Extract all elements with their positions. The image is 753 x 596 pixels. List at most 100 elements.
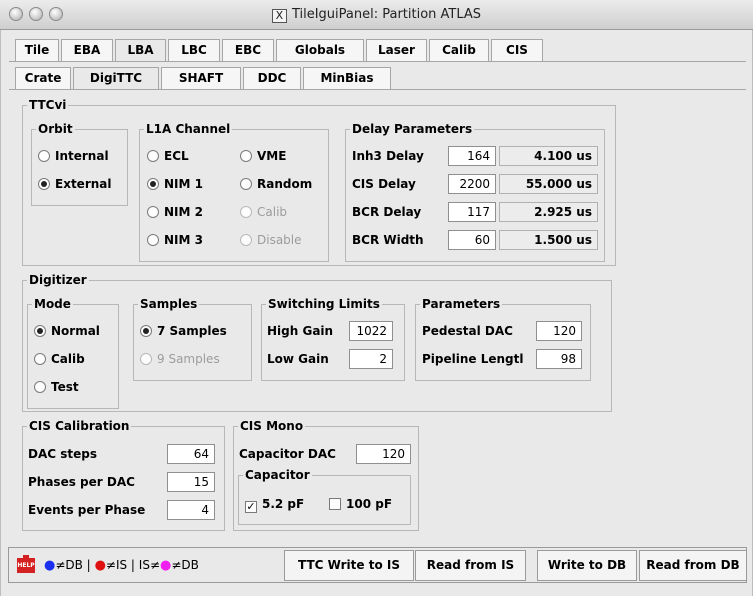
capacitor-100pf-checkbox[interactable]: 100 pF (329, 496, 392, 512)
window-title-container: X TileIguiPanel: Partition ATLAS (0, 7, 753, 23)
cis-delay-input[interactable]: 2200 (448, 174, 496, 194)
capacitor-group: Capacitor ✓ 5.2 pF 100 pF (238, 468, 411, 525)
radio-on-icon (34, 325, 46, 337)
pipeline-length-input[interactable]: 98 (536, 349, 582, 369)
delay-parameters-group: Delay Parameters Inh3 Delay 164 4.100 us… (345, 122, 605, 262)
dac-steps-input[interactable]: 64 (167, 444, 215, 464)
low-gain-input[interactable]: 2 (349, 349, 393, 369)
cis-delay-label: CIS Delay (352, 177, 416, 191)
samples-7-radio[interactable]: 7 Samples (140, 323, 227, 339)
tab-tile[interactable]: Tile (15, 39, 59, 61)
samples-label: Samples (138, 297, 200, 311)
capacitor-5p2pf-checkbox[interactable]: ✓ 5.2 pF (245, 496, 304, 513)
main-panel: Tile EBA LBA LBC EBC Globals Laser Calib… (0, 30, 753, 596)
phases-per-dac-input[interactable]: 15 (167, 472, 215, 492)
l1a-disable-radio: Disable (240, 232, 302, 248)
l1a-channel-label: L1A Channel (144, 122, 233, 136)
high-gain-input[interactable]: 1022 (349, 321, 393, 341)
radio-off-icon (147, 150, 159, 162)
radio-off-icon (34, 353, 46, 365)
mode-label: Mode (32, 297, 73, 311)
radio-off-icon (140, 353, 152, 365)
l1a-calib-radio: Calib (240, 204, 287, 220)
inh3-delay-label: Inh3 Delay (352, 149, 424, 163)
mode-group: Mode Normal Calib Test (27, 297, 119, 409)
digitizer-group: Digitizer Mode Normal Calib Test Samples… (22, 273, 612, 412)
bottom-toolbar: HELP ●≠DB | ●≠IS | IS≠●≠DB TTC Write to … (8, 547, 747, 583)
bcr-width-label: BCR Width (352, 233, 424, 247)
parameters-label: Parameters (420, 297, 503, 311)
cis-delay-time: 55.000 us (499, 174, 598, 194)
mode-normal-radio[interactable]: Normal (34, 323, 100, 339)
ttcvi-group: TTCvi Orbit Internal External L1A Channe… (22, 98, 616, 266)
samples-9-radio: 9 Samples (140, 351, 220, 367)
bcr-delay-label: BCR Delay (352, 205, 422, 219)
dac-steps-label: DAC steps (28, 447, 97, 461)
radio-off-icon (147, 206, 159, 218)
radio-off-icon (240, 150, 252, 162)
l1a-nim1-radio[interactable]: NIM 1 (147, 176, 203, 192)
tab-lba[interactable]: LBA (115, 39, 166, 62)
samples-group: Samples 7 Samples 9 Samples (133, 297, 252, 381)
events-per-phase-input[interactable]: 4 (167, 500, 215, 520)
l1a-nim2-radio[interactable]: NIM 2 (147, 204, 203, 220)
orbit-label: Orbit (36, 122, 75, 136)
tab-shaft[interactable]: SHAFT (161, 67, 241, 89)
tab-lbc[interactable]: LBC (168, 39, 220, 61)
capacitor-dac-input[interactable]: 120 (356, 444, 411, 464)
write-to-db-button[interactable]: Write to DB (537, 550, 637, 581)
tab-globals[interactable]: Globals (276, 39, 364, 61)
bcr-delay-input[interactable]: 117 (448, 202, 496, 222)
tab-eba[interactable]: EBA (61, 39, 113, 61)
help-icon[interactable]: HELP (17, 555, 35, 573)
parameters-group: Parameters Pedestal DAC 120 Pipeline Len… (415, 297, 591, 381)
tab-ebc[interactable]: EBC (222, 39, 274, 61)
bcr-delay-time: 2.925 us (499, 202, 598, 222)
main-tab-bar: Tile EBA LBA LBC EBC Globals Laser Calib… (15, 39, 735, 62)
tab-minbias[interactable]: MinBias (303, 67, 391, 89)
mode-calib-radio[interactable]: Calib (34, 351, 85, 367)
orbit-internal-radio[interactable]: Internal (38, 148, 109, 164)
pedestal-dac-label: Pedestal DAC (422, 324, 513, 338)
cis-calibration-label: CIS Calibration (27, 419, 132, 433)
radio-off-icon (34, 381, 46, 393)
radio-off-icon (38, 150, 50, 162)
ttc-write-to-is-button[interactable]: TTC Write to IS (284, 550, 414, 581)
window-title: TileIguiPanel: Partition ATLAS (291, 7, 482, 22)
tab-cis[interactable]: CIS (491, 39, 543, 61)
tab-digittc[interactable]: DigiTTC (73, 67, 159, 90)
inh3-delay-time: 4.100 us (499, 146, 598, 166)
bcr-width-input[interactable]: 60 (448, 230, 496, 250)
title-bar: X TileIguiPanel: Partition ATLAS (0, 0, 753, 30)
orbit-group: Orbit Internal External (31, 122, 128, 206)
l1a-nim3-radio[interactable]: NIM 3 (147, 232, 203, 248)
capacitor-dac-label: Capacitor DAC (239, 447, 336, 461)
tab-ddc[interactable]: DDC (243, 67, 301, 89)
radio-off-icon (147, 234, 159, 246)
l1a-channel-group: L1A Channel ECL VME NIM 1 Random NIM 2 C… (139, 122, 329, 262)
radio-off-icon (240, 178, 252, 190)
pedestal-dac-input[interactable]: 120 (536, 321, 582, 341)
tab-crate[interactable]: Crate (15, 67, 71, 89)
legend-db2-text: ≠DB (171, 558, 199, 572)
cis-mono-label: CIS Mono (238, 419, 306, 433)
blue-dot-icon: ● (44, 558, 56, 573)
bcr-width-time: 1.500 us (499, 230, 598, 250)
legend-db-text: ≠DB | (55, 558, 91, 572)
l1a-random-radio[interactable]: Random (240, 176, 312, 192)
orbit-external-radio[interactable]: External (38, 176, 111, 192)
inh3-delay-input[interactable]: 164 (448, 146, 496, 166)
tab-laser[interactable]: Laser (366, 39, 427, 61)
checkbox-empty-icon (329, 498, 341, 510)
mode-test-radio[interactable]: Test (34, 379, 79, 395)
switching-limits-group: Switching Limits High Gain 1022 Low Gain… (261, 297, 405, 381)
delay-parameters-label: Delay Parameters (350, 122, 475, 136)
legend-is-text: ≠IS | IS≠ (105, 558, 160, 572)
tab-calib[interactable]: Calib (429, 39, 489, 61)
read-from-db-button[interactable]: Read from DB (639, 550, 747, 581)
capacitor-label: Capacitor (243, 468, 312, 482)
l1a-vme-radio[interactable]: VME (240, 148, 286, 164)
radio-off-icon (240, 206, 252, 218)
l1a-ecl-radio[interactable]: ECL (147, 148, 189, 164)
read-from-is-button[interactable]: Read from IS (415, 550, 526, 581)
